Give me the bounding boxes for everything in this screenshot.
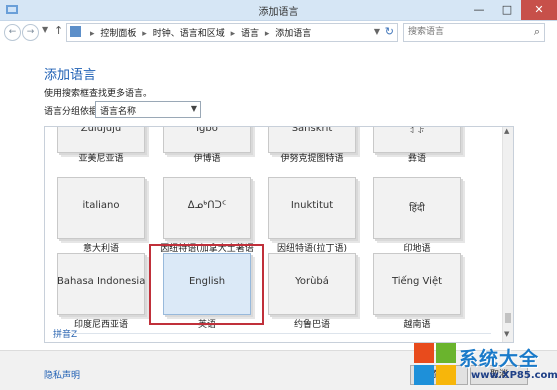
minimize-button[interactable]: —: [465, 0, 493, 20]
language-name: 彝语: [407, 154, 426, 164]
chevron-right-icon: ▸: [90, 29, 95, 39]
language-sample: Igbo: [196, 126, 218, 134]
language-sample: हिंदी: [409, 203, 425, 214]
navigation-bar: ← → ▼ ↑ ▸ 控制面板 ▸ 时钟、语言和区域 ▸ 语言 ▸ 添加语言 ▼ …: [0, 21, 557, 43]
language-sample: Inuktitut: [290, 200, 334, 211]
arrow-up-icon: ↑: [54, 24, 64, 37]
breadcrumb-add-language[interactable]: 添加语言: [275, 29, 311, 39]
breadcrumb-clock-language-region[interactable]: 时钟、语言和区域: [153, 29, 225, 39]
scroll-up-icon[interactable]: ▲: [504, 127, 509, 135]
vertical-scrollbar[interactable]: ▲ ▼: [502, 127, 513, 342]
address-bar[interactable]: ▸ 控制面板 ▸ 时钟、语言和区域 ▸ 语言 ▸ 添加语言 ▼ ↻: [66, 23, 398, 42]
breadcrumb-control-panel[interactable]: 控制面板: [100, 29, 136, 39]
forward-button[interactable]: →: [22, 24, 39, 41]
language-sample: Sanskrit: [291, 126, 333, 134]
language-grid[interactable]: Zulujuju 亚美尼亚语 Igbo 伊博语 Sanskrit 伊努克提图特语…: [44, 126, 514, 343]
windows-logo-icon: [414, 343, 456, 385]
chevron-down-icon: ▼: [42, 25, 49, 34]
chevron-right-icon: ▸: [142, 29, 147, 39]
close-button[interactable]: ✕: [521, 0, 557, 20]
recent-locations-button[interactable]: ▼: [42, 25, 48, 34]
language-sample: Bahasa Indonesia: [57, 276, 146, 287]
language-name: 伊博语: [193, 154, 221, 164]
language-name: 伊努克提图特语: [280, 154, 344, 164]
maximize-button[interactable]: □: [493, 0, 521, 20]
search-input[interactable]: [404, 24, 530, 40]
selection-highlight: [149, 244, 264, 325]
language-sample: Tiếng Việt: [391, 276, 443, 287]
up-button[interactable]: ↑: [54, 24, 63, 37]
page-description: 使用搜索框查找更多语言。: [44, 89, 153, 99]
language-sample: italiano: [82, 200, 120, 211]
group-by-value: 语言名称: [100, 107, 137, 117]
language-sample: ꆈꌠ: [409, 126, 425, 136]
scroll-down-icon[interactable]: ▼: [504, 330, 509, 338]
arrow-right-icon: →: [26, 27, 35, 37]
title-bar: 添加语言 — □ ✕: [0, 0, 557, 21]
address-dropdown-icon[interactable]: ▼: [374, 27, 380, 36]
group-by-select[interactable]: 语言名称 ▼: [95, 101, 201, 118]
back-button[interactable]: ←: [4, 24, 21, 41]
language-sample: ᐃᓄᒃᑎᑐᑦ: [187, 200, 227, 211]
watermark-site-name: 系统大全: [459, 348, 540, 370]
chevron-right-icon: ▸: [264, 29, 270, 39]
search-icon[interactable]: ⌕: [534, 25, 540, 39]
section-divider: [71, 333, 491, 334]
language-sample: Yorùbá: [295, 276, 329, 287]
refresh-icon[interactable]: ↻: [385, 25, 394, 38]
arrow-left-icon: ←: [8, 27, 17, 37]
language-sample: Zulujuju: [80, 126, 122, 134]
chevron-right-icon: ▸: [230, 29, 236, 39]
group-by-label: 语言分组依据:: [44, 107, 102, 117]
language-name: 亚美尼亚语: [78, 154, 124, 164]
language-name: 越南语: [403, 320, 431, 330]
watermark: 系统大全 www.XP85.com: [414, 343, 557, 389]
breadcrumb-language[interactable]: 语言: [241, 29, 259, 39]
search-box[interactable]: ⌕: [403, 23, 545, 42]
privacy-statement-link[interactable]: 隐私声明: [44, 368, 80, 381]
scrollbar-thumb[interactable]: [505, 313, 511, 323]
page-title: 添加语言: [44, 68, 97, 83]
control-panel-icon: [70, 26, 81, 37]
breadcrumb: ▸ 控制面板 ▸ 时钟、语言和区域 ▸ 语言 ▸ 添加语言: [87, 26, 311, 39]
language-name: 约鲁巴语: [293, 320, 330, 330]
watermark-url: www.XP85.com: [471, 370, 557, 381]
chevron-down-icon: ▼: [190, 104, 197, 113]
